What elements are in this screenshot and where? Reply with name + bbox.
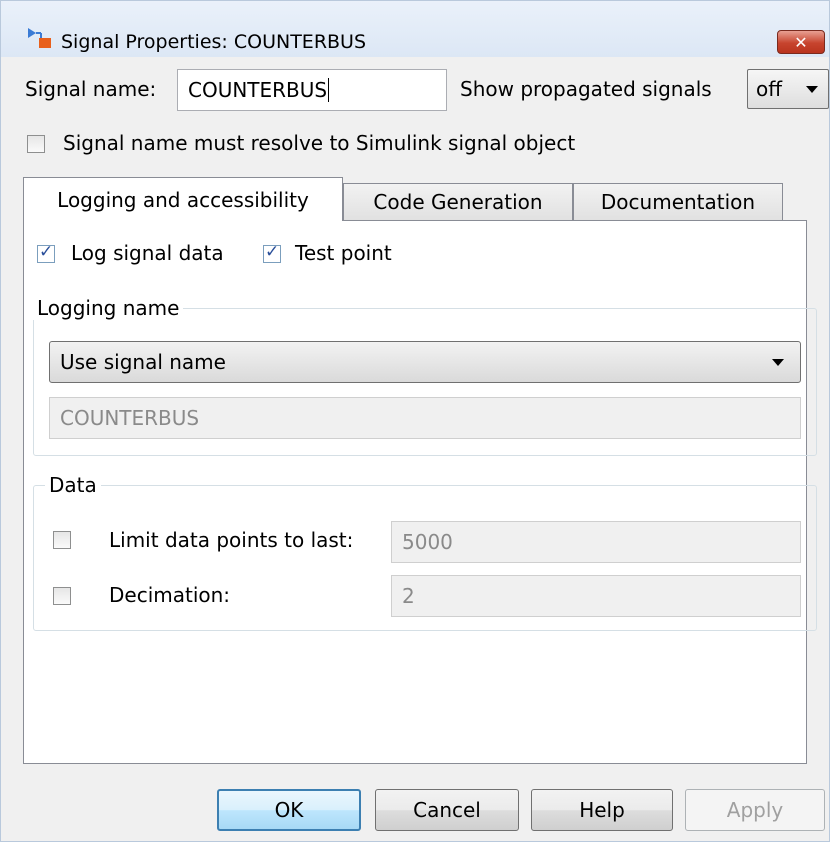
text-caret	[328, 78, 330, 102]
logging-name-mode: Use signal name	[60, 350, 226, 374]
decimation-input[interactable]: 2	[391, 575, 801, 617]
logging-name-select[interactable]: Use signal name	[49, 341, 801, 383]
logging-name-title: Logging name	[33, 296, 184, 320]
data-group-title: Data	[45, 473, 101, 497]
limit-data-points-value: 5000	[402, 530, 453, 554]
cancel-button[interactable]: Cancel	[375, 789, 519, 831]
test-point-checkbox[interactable]: ✓	[263, 242, 281, 263]
limit-data-points-input[interactable]: 5000	[391, 521, 801, 563]
window-title: Signal Properties: COUNTERBUS	[61, 31, 367, 53]
decimation-label: Decimation:	[109, 583, 231, 607]
signal-name-label: Signal name:	[25, 77, 157, 101]
tab-logging-label: Logging and accessibility	[57, 187, 309, 212]
show-propagated-value: off	[756, 77, 783, 101]
show-propagated-select[interactable]: off	[747, 69, 829, 109]
logging-name-value: COUNTERBUS	[60, 406, 200, 430]
limit-data-points-checkbox[interactable]	[53, 531, 71, 549]
apply-button-label: Apply	[726, 798, 784, 822]
ok-button-label: OK	[274, 798, 304, 822]
decimation-checkbox[interactable]	[53, 587, 71, 605]
signal-name-value: COUNTERBUS	[188, 78, 328, 102]
cancel-button-label: Cancel	[413, 798, 481, 822]
show-propagated-label: Show propagated signals	[460, 77, 712, 101]
decimation-value: 2	[402, 584, 415, 608]
dialog-window: Signal Properties: COUNTERBUS ✕ Signal n…	[0, 0, 830, 842]
chevron-down-icon	[806, 86, 818, 93]
tab-documentation[interactable]: Documentation	[573, 183, 783, 221]
log-signal-data-label: Log signal data	[71, 241, 224, 265]
tab-logging[interactable]: Logging and accessibility	[23, 177, 343, 221]
test-point-label: Test point	[295, 241, 392, 265]
ok-button[interactable]: OK	[217, 789, 361, 831]
log-signal-data-checkbox[interactable]: ✓	[37, 242, 55, 263]
checkmark-icon: ✓	[39, 242, 54, 262]
chevron-down-icon	[772, 359, 784, 366]
close-icon: ✕	[794, 32, 808, 52]
help-button-label: Help	[579, 798, 625, 822]
close-button[interactable]: ✕	[777, 30, 825, 54]
checkmark-icon: ✓	[265, 242, 280, 262]
apply-button[interactable]: Apply	[685, 789, 825, 831]
tab-documentation-label: Documentation	[600, 190, 756, 214]
title-bar[interactable]: Signal Properties: COUNTERBUS ✕	[1, 1, 829, 57]
tab-code-generation[interactable]: Code Generation	[343, 183, 573, 221]
limit-data-points-label: Limit data points to last:	[109, 528, 354, 552]
simulink-signal-icon	[28, 28, 51, 48]
resolve-label: Signal name must resolve to Simulink sig…	[63, 131, 576, 155]
help-button[interactable]: Help	[531, 789, 673, 831]
logging-name-input[interactable]: COUNTERBUS	[49, 397, 801, 439]
resolve-checkbox[interactable]	[27, 135, 45, 153]
signal-name-input[interactable]: COUNTERBUS	[177, 69, 447, 111]
tab-code-generation-label: Code Generation	[373, 190, 543, 214]
